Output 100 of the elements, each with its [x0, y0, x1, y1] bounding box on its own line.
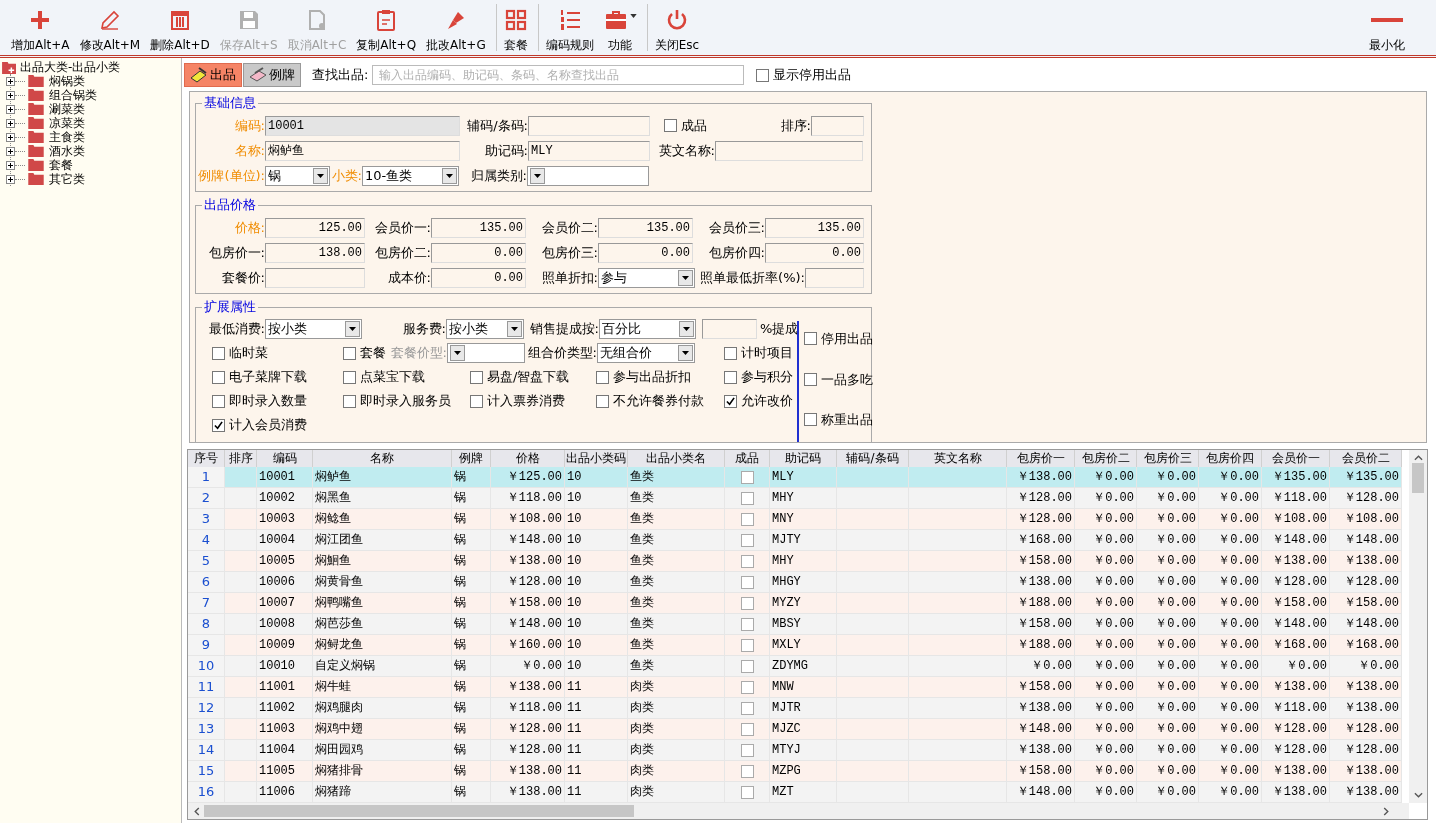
column-header[interactable]: 出品小类名: [628, 450, 725, 467]
checkbox[interactable]: [740, 638, 754, 652]
text-field[interactable]: MLY: [528, 140, 650, 161]
checkbox[interactable]: [724, 394, 737, 408]
text-field[interactable]: 焖鲈鱼: [265, 140, 460, 161]
text-field[interactable]: [805, 267, 864, 288]
toolbar-button[interactable]: 套餐: [500, 0, 531, 55]
checkbox[interactable]: [470, 370, 483, 384]
table-row[interactable]: 3 10003 焖鲶鱼 锅 ￥108.00 10 鱼类 MNY ￥128.00 ￥0.00 ￥0.00 ￥0.00 ￥108.00 ￥108.00: [188, 509, 1402, 530]
checkbox[interactable]: [740, 533, 754, 547]
checkbox[interactable]: [740, 491, 754, 505]
text-field[interactable]: [702, 319, 757, 339]
table-row[interactable]: 9 10009 焖鲟龙鱼 锅 ￥160.00 10 鱼类 MXLY ￥188.00 ￥0.00 ￥0.00 ￥0.00 ￥168.00 ￥168.00: [188, 635, 1402, 656]
table-row[interactable]: 8 10008 焖芭莎鱼 锅 ￥148.00 10 鱼类 MBSY ￥158.00 ￥0.00 ￥0.00 ￥0.00 ￥148.00 ￥148.00: [188, 614, 1402, 635]
column-header[interactable]: 包房价三: [1137, 450, 1199, 467]
checkbox[interactable]: [724, 370, 737, 384]
checkbox[interactable]: [740, 722, 754, 736]
table-row[interactable]: 1 10001 焖鲈鱼 锅 ￥125.00 10 鱼类 MLY ￥138.00 ￥0.00 ￥0.00 ￥0.00 ￥135.00 ￥135.00: [188, 467, 1402, 488]
dropdown[interactable]: 按小类: [265, 319, 362, 339]
horizontal-scrollbar[interactable]: [188, 803, 1409, 819]
checkbox[interactable]: [740, 701, 754, 715]
toolbar-button[interactable]: 编码规则: [542, 0, 597, 55]
expand-toggle[interactable]: [6, 160, 15, 170]
column-header[interactable]: 助记码: [770, 450, 837, 467]
checkbox[interactable]: [343, 394, 356, 408]
column-header[interactable]: 排序: [225, 450, 257, 467]
checkbox[interactable]: [740, 596, 754, 610]
checkbox[interactable]: [740, 470, 754, 484]
checkbox[interactable]: [343, 370, 356, 384]
checkbox[interactable]: [212, 370, 225, 384]
table-row[interactable]: 6 10006 焖黄骨鱼 锅 ￥128.00 10 鱼类 MHGY ￥138.00 ￥0.00 ￥0.00 ￥0.00 ￥128.00 ￥128.00: [188, 572, 1402, 593]
checkbox[interactable]: [212, 418, 225, 432]
checkbox[interactable]: [740, 785, 754, 799]
column-header[interactable]: 会员价一: [1262, 450, 1330, 467]
table-row[interactable]: 13 11003 焖鸡中翅 锅 ￥128.00 11 肉类 MJZC ￥148.00 ￥0.00 ￥0.00 ￥0.00 ￥128.00 ￥128.00: [188, 719, 1402, 740]
text-field[interactable]: [528, 115, 650, 136]
toolbar-button[interactable]: 复制Alt+Q: [353, 0, 420, 55]
text-field[interactable]: [811, 115, 864, 136]
toolbar-button[interactable]: 增加Alt+A: [8, 0, 73, 55]
checkbox[interactable]: [212, 394, 225, 408]
dropdown[interactable]: 按小类: [446, 319, 524, 339]
checkbox[interactable]: [756, 68, 770, 82]
toolbar-button[interactable]: 功能: [600, 0, 640, 55]
text-field[interactable]: 10001: [265, 115, 460, 136]
expand-toggle[interactable]: [6, 132, 15, 142]
tab[interactable]: 例牌: [243, 63, 301, 87]
column-header[interactable]: 出品小类码: [565, 450, 628, 467]
column-header[interactable]: 名称: [313, 450, 452, 467]
column-header[interactable]: 编码: [257, 450, 313, 467]
text-field[interactable]: 135.00: [765, 217, 864, 238]
toolbar-button[interactable]: 关闭Esc: [651, 0, 703, 55]
text-field[interactable]: 135.00: [431, 217, 526, 238]
expand-toggle[interactable]: [6, 76, 15, 86]
expand-toggle[interactable]: [6, 146, 15, 156]
checkbox[interactable]: [740, 659, 754, 673]
text-field[interactable]: [265, 267, 365, 288]
dropdown[interactable]: 百分比: [599, 319, 696, 339]
dropdown[interactable]: 锅: [265, 165, 330, 186]
column-header[interactable]: 会员价二: [1330, 450, 1402, 467]
checkbox[interactable]: [740, 617, 754, 631]
toolbar-button[interactable]: 修改Alt+M: [76, 0, 144, 55]
text-field[interactable]: [715, 140, 863, 161]
table-row[interactable]: 14 11004 焖田园鸡 锅 ￥128.00 11 肉类 MTYJ ￥138.00 ￥0.00 ￥0.00 ￥0.00 ￥128.00 ￥128.00: [188, 740, 1402, 761]
checkbox[interactable]: [212, 346, 225, 360]
checkbox[interactable]: [470, 394, 483, 408]
dropdown[interactable]: 参与: [598, 267, 695, 288]
minimize-button[interactable]: 最小化: [1366, 0, 1408, 55]
column-header[interactable]: 英文名称: [909, 450, 1007, 467]
checkbox[interactable]: [804, 372, 817, 386]
text-field[interactable]: 138.00: [265, 242, 365, 263]
table-row[interactable]: 7 10007 焖鸭嘴鱼 锅 ￥158.00 10 鱼类 MYZY ￥188.00 ￥0.00 ￥0.00 ￥0.00 ￥158.00 ￥158.00: [188, 593, 1402, 614]
expand-toggle[interactable]: [6, 90, 15, 100]
scrollbar-thumb[interactable]: [204, 805, 634, 817]
vertical-scrollbar[interactable]: [1409, 450, 1427, 803]
table-row[interactable]: 10 10010 自定义焖锅 锅 ￥0.00 10 鱼类 ZDYMG ￥0.00 ￥0.00 ￥0.00 ￥0.00 ￥0.00 ￥0.00: [188, 656, 1402, 677]
text-field[interactable]: 0.00: [765, 242, 864, 263]
checkbox[interactable]: [740, 575, 754, 589]
checkbox[interactable]: [804, 413, 817, 427]
column-header[interactable]: 价格: [491, 450, 565, 467]
column-header[interactable]: 例牌: [452, 450, 491, 467]
expand-toggle[interactable]: [6, 104, 15, 114]
column-header[interactable]: 成品: [725, 450, 770, 467]
table-row[interactable]: 5 10005 焖鮰鱼 锅 ￥138.00 10 鱼类 MHY ￥158.00 ￥0.00 ￥0.00 ￥0.00 ￥138.00 ￥138.00: [188, 551, 1402, 572]
expand-toggle[interactable]: [6, 118, 15, 128]
text-field[interactable]: 0.00: [431, 267, 526, 288]
toolbar-button[interactable]: 批改Alt+G: [423, 0, 489, 55]
text-field[interactable]: 125.00: [265, 217, 365, 238]
checkbox[interactable]: [804, 332, 817, 346]
checkbox[interactable]: [596, 370, 609, 384]
checkbox[interactable]: [740, 554, 754, 568]
dropdown[interactable]: 无组合价: [597, 343, 695, 363]
text-field[interactable]: 0.00: [431, 242, 526, 263]
column-header[interactable]: 序号: [188, 450, 225, 467]
table-row[interactable]: 12 11002 焖鸡腿肉 锅 ￥118.00 11 肉类 MJTR ￥138.00 ￥0.00 ￥0.00 ￥0.00 ￥118.00 ￥138.00: [188, 698, 1402, 719]
column-header[interactable]: 包房价二: [1075, 450, 1137, 467]
table-row[interactable]: 4 10004 焖江团鱼 锅 ￥148.00 10 鱼类 MJTY ￥168.00 ￥0.00 ￥0.00 ￥0.00 ￥148.00 ￥148.00: [188, 530, 1402, 551]
checkbox[interactable]: [724, 346, 737, 360]
table-row[interactable]: 16 11006 焖猪蹄 锅 ￥138.00 11 肉类 MZT ￥148.00 ￥0.00 ￥0.00 ￥0.00 ￥138.00 ￥138.00: [188, 782, 1402, 803]
toolbar-button[interactable]: 删除Alt+D: [147, 0, 213, 55]
checkbox[interactable]: [740, 764, 754, 778]
